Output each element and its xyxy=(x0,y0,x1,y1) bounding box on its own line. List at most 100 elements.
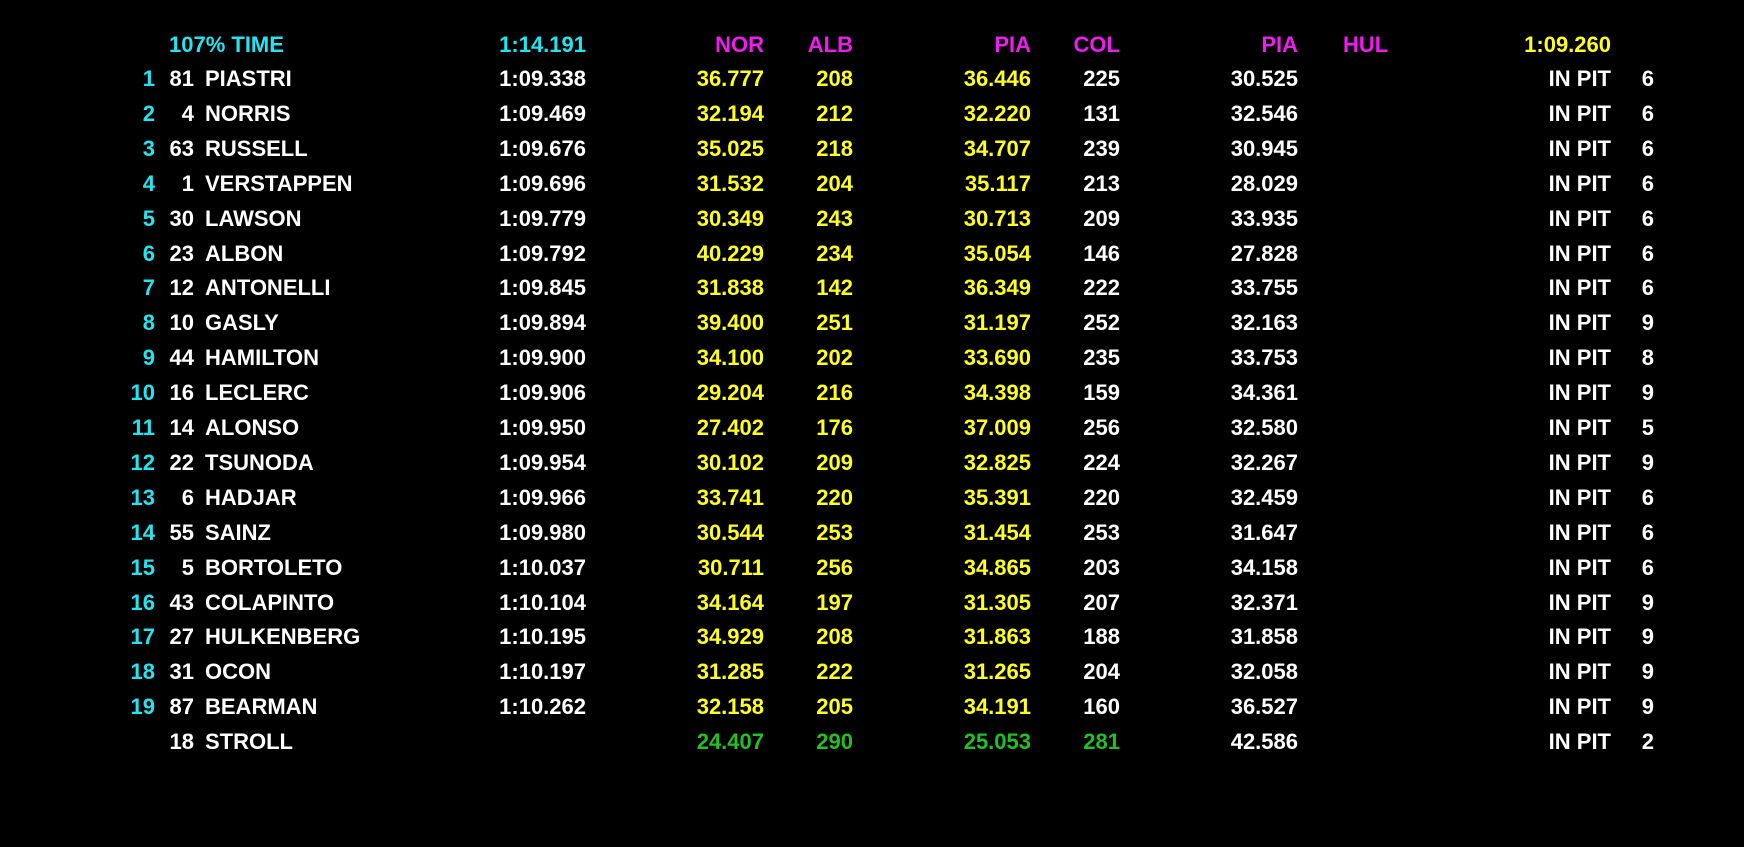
best-lap-time: 1:09.845 xyxy=(499,275,586,301)
position: 13 xyxy=(130,484,155,510)
sector1-time: 32.194 xyxy=(696,100,764,126)
sector1-time: 34.100 xyxy=(696,345,764,371)
car-number: 44 xyxy=(169,345,194,371)
status: IN PIT xyxy=(1548,100,1611,126)
lap-count: 6 xyxy=(1641,66,1654,91)
header-best-sp3-driver: HUL xyxy=(1343,32,1389,57)
sector2-time: 31.265 xyxy=(963,659,1031,685)
speed-trap-3 xyxy=(1330,340,1410,375)
best-lap-time: 1:10.262 xyxy=(499,694,586,720)
speed-trap-1: 197 xyxy=(816,589,853,615)
speed-trap-3 xyxy=(1330,480,1410,515)
speed-trap-1: 222 xyxy=(816,659,853,685)
speed-trap-2: 256 xyxy=(1083,415,1120,440)
sector1-time: 31.532 xyxy=(696,170,764,196)
sector3-time: 30.525 xyxy=(1230,66,1298,91)
sector3-time: 28.029 xyxy=(1230,170,1298,196)
driver-name: HAMILTON xyxy=(205,345,320,371)
driver-row: 1 81 PIASTRI 1:09.338 36.777 208 36.446 225 30.5… xyxy=(0,61,1744,96)
position: 15 xyxy=(130,554,155,580)
speed-trap-2: 146 xyxy=(1083,240,1120,266)
speed-trap-2: 160 xyxy=(1083,694,1120,720)
position xyxy=(100,724,155,759)
speed-trap-2: 224 xyxy=(1083,449,1120,475)
lap-count: 9 xyxy=(1641,310,1654,336)
driver-name: HULKENBERG xyxy=(205,624,361,650)
car-number: 12 xyxy=(169,275,194,301)
best-lap-time: 1:09.980 xyxy=(499,519,586,545)
lap-count: 5 xyxy=(1641,415,1654,440)
sector2-time: 31.197 xyxy=(963,310,1031,336)
sector1-time: 39.400 xyxy=(696,310,764,336)
speed-trap-2: 222 xyxy=(1083,275,1120,301)
status: IN PIT xyxy=(1548,135,1611,161)
position: 11 xyxy=(131,415,155,440)
driver-name: STROLL xyxy=(205,729,293,755)
status: IN PIT xyxy=(1548,554,1611,580)
status: IN PIT xyxy=(1548,519,1611,545)
sector2-time: 30.713 xyxy=(963,205,1031,231)
driver-row: 19 87 BEARMAN 1:10.262 32.158 205 34.191 160 36.… xyxy=(0,689,1744,724)
sector1-time: 40.229 xyxy=(696,240,764,266)
header-best-sp1-driver: ALB xyxy=(807,32,853,57)
lap-count: 6 xyxy=(1641,135,1654,161)
driver-name: OCON xyxy=(205,659,271,685)
sector2-time: 36.446 xyxy=(963,66,1031,91)
speed-trap-3 xyxy=(1330,61,1410,96)
best-lap-time: 1:09.676 xyxy=(499,135,586,161)
sector3-time: 32.459 xyxy=(1230,484,1298,510)
lap-count: 9 xyxy=(1641,589,1654,615)
lap-count: 9 xyxy=(1641,380,1654,406)
position: 6 xyxy=(142,240,155,266)
position: 14 xyxy=(130,519,155,545)
driver-row: 15 5 BORTOLETO 1:10.037 30.711 256 34.865 203 34… xyxy=(0,550,1744,585)
best-lap-time: 1:10.037 xyxy=(499,554,586,580)
car-number: 30 xyxy=(169,205,194,231)
status: IN PIT xyxy=(1548,694,1611,720)
driver-name: SAINZ xyxy=(205,519,271,545)
position: 19 xyxy=(130,694,155,720)
speed-trap-2: 209 xyxy=(1083,205,1120,231)
sector1-time: 30.349 xyxy=(696,205,764,231)
status: IN PIT xyxy=(1548,170,1611,196)
speed-trap-2: 239 xyxy=(1083,135,1120,161)
best-lap-time: 1:09.966 xyxy=(499,484,586,510)
header-best-s1-driver: NOR xyxy=(715,32,764,57)
sector3-time: 32.580 xyxy=(1230,415,1298,440)
driver-name: ALONSO xyxy=(205,415,300,440)
driver-name: TSUNODA xyxy=(205,449,314,475)
position: 10 xyxy=(130,380,155,406)
sector1-time: 30.544 xyxy=(696,519,764,545)
speed-trap-1: 208 xyxy=(816,66,853,91)
status: IN PIT xyxy=(1548,624,1611,650)
car-number: 4 xyxy=(181,100,194,126)
sector2-time: 34.191 xyxy=(963,694,1031,720)
status: IN PIT xyxy=(1548,240,1611,266)
sector3-time: 32.267 xyxy=(1230,449,1298,475)
car-number: 81 xyxy=(169,66,194,91)
speed-trap-2: 204 xyxy=(1083,659,1120,685)
speed-trap-2: 188 xyxy=(1083,624,1120,650)
speed-trap-2: 213 xyxy=(1083,170,1120,196)
lap-count: 6 xyxy=(1641,100,1654,126)
driver-name: HADJAR xyxy=(205,484,297,510)
sector1-time: 36.777 xyxy=(696,66,764,91)
driver-row: 12 22 TSUNODA 1:09.954 30.102 209 32.825 224 32.… xyxy=(0,445,1744,480)
speed-trap-2: 159 xyxy=(1083,380,1120,406)
speed-trap-3 xyxy=(1330,410,1410,445)
sector3-time: 32.058 xyxy=(1230,659,1298,685)
lap-count: 9 xyxy=(1641,694,1654,720)
sector3-time: 27.828 xyxy=(1230,240,1298,266)
header-best-sp2-driver: COL xyxy=(1073,32,1120,57)
sector2-time: 34.398 xyxy=(963,380,1031,406)
driver-row: 14 55 SAINZ 1:09.980 30.544 253 31.454 253 31.64… xyxy=(0,515,1744,550)
driver-name: ANTONELLI xyxy=(205,275,331,301)
sector3-time: 34.158 xyxy=(1230,554,1298,580)
speed-trap-3 xyxy=(1330,445,1410,480)
speed-trap-1: 253 xyxy=(816,519,853,545)
header-cutoff-time: 1:14.191 xyxy=(499,32,586,57)
best-lap-time: 1:09.900 xyxy=(499,345,586,371)
car-number: 14 xyxy=(169,415,194,440)
best-lap-time: 1:10.104 xyxy=(499,589,586,615)
car-number: 6 xyxy=(181,484,194,510)
